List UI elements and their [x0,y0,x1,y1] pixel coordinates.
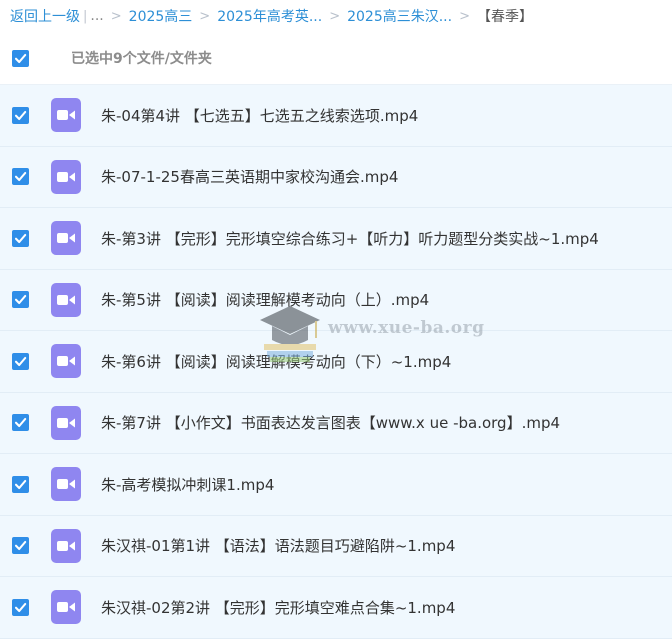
file-row[interactable]: 朱-第7讲 【小作文】书面表达发言图表【www.x ue -ba.org】.mp… [0,392,672,454]
file-checkbox[interactable] [12,229,29,247]
video-camera-icon [57,294,75,305]
video-camera-icon [57,417,75,428]
file-name[interactable]: 朱-高考模拟冲刺课1.mp4 [101,474,274,495]
video-camera-icon [57,356,75,367]
video-file-icon [51,98,81,133]
checkmark-icon [14,356,27,366]
breadcrumb-ellipsis[interactable]: ... [90,8,103,24]
breadcrumb-divider: | [83,8,88,24]
file-name[interactable]: 朱汉祺-02第2讲 【完形】完形填空难点合集~1.mp4 [101,597,455,618]
back-link[interactable]: 返回上一级 [10,6,80,26]
file-name[interactable]: 朱-第5讲 【阅读】阅读理解模考动向（上）.mp4 [101,289,429,310]
breadcrumb: 返回上一级 | ... > 2025高三 > 2025年高考英... > 202… [0,0,672,32]
file-row[interactable]: 朱-第3讲 【完形】完形填空综合练习+【听力】听力题型分类实战~1.mp4 [0,208,672,270]
video-file-icon [51,282,81,317]
selection-count-label: 已选中9个文件/文件夹 [71,51,212,67]
video-file-icon [51,221,81,256]
video-file-icon [51,159,81,194]
file-checkbox[interactable] [12,537,29,555]
breadcrumb-separator: > [199,8,211,24]
breadcrumb-item-zhu-han[interactable]: 2025高三朱汉... [347,6,452,26]
checkmark-icon [14,53,27,63]
video-camera-icon [57,171,75,182]
breadcrumb-current: 【春季】 [476,9,533,25]
checkmark-icon [14,541,27,551]
video-file-icon [51,590,81,625]
video-camera-icon [57,540,75,551]
file-name[interactable]: 朱-第3讲 【完形】完形填空综合练习+【听力】听力题型分类实战~1.mp4 [101,228,599,249]
file-row[interactable]: 朱汉祺-02第2讲 【完形】完形填空难点合集~1.mp4 [0,577,672,639]
breadcrumb-separator: > [329,8,341,24]
checkmark-icon [14,110,27,120]
video-camera-icon [57,110,75,121]
file-name[interactable]: 朱-第6讲 【阅读】阅读理解模考动向（下）~1.mp4 [101,351,451,372]
breadcrumb-separator: > [459,8,470,24]
breadcrumb-separator: > [110,8,122,24]
file-name[interactable]: 朱-04第4讲 【七选五】七选五之线索选项.mp4 [101,105,418,126]
breadcrumb-item-gaokao-english[interactable]: 2025年高考英... [217,6,322,26]
file-row[interactable]: 朱汉祺-01第1讲 【语法】语法题目巧避陷阱~1.mp4 [0,515,672,577]
checkmark-icon [14,479,27,489]
checkmark-icon [14,418,27,428]
video-camera-icon [57,233,75,244]
checkmark-icon [14,233,27,243]
file-checkbox[interactable] [12,106,29,124]
file-checkbox[interactable] [12,291,29,309]
video-file-icon [51,467,81,502]
file-row[interactable]: 朱-高考模拟冲刺课1.mp4 [0,454,672,516]
file-checkbox[interactable] [12,414,29,432]
file-name[interactable]: 朱汉祺-01第1讲 【语法】语法题目巧避陷阱~1.mp4 [101,535,455,556]
file-row[interactable]: 朱-04第4讲 【七选五】七选五之线索选项.mp4 [0,85,672,147]
breadcrumb-item-2025-gaosan[interactable]: 2025高三 [129,6,193,26]
file-list: 朱-04第4讲 【七选五】七选五之线索选项.mp4 朱-07-1-25春高三英语期… [0,85,672,639]
file-checkbox[interactable] [12,352,29,370]
checkmark-icon [14,295,27,305]
file-checkbox[interactable] [12,475,29,493]
checkmark-icon [14,172,27,182]
selection-bar: 已选中9个文件/文件夹 [0,32,672,85]
video-file-icon [51,344,81,379]
file-name[interactable]: 朱-第7讲 【小作文】书面表达发言图表【www.x ue -ba.org】.mp… [101,412,560,433]
file-checkbox[interactable] [12,168,29,186]
video-camera-icon [57,479,75,490]
file-row[interactable]: 朱-第6讲 【阅读】阅读理解模考动向（下）~1.mp4 [0,331,672,393]
select-all-checkbox[interactable] [12,49,29,67]
video-file-icon [51,528,81,563]
video-file-icon [51,405,81,440]
file-row[interactable]: 朱-第5讲 【阅读】阅读理解模考动向（上）.mp4 [0,269,672,331]
file-row[interactable]: 朱-07-1-25春高三英语期中家校沟通会.mp4 [0,146,672,208]
checkmark-icon [14,602,27,612]
video-camera-icon [57,602,75,613]
file-name[interactable]: 朱-07-1-25春高三英语期中家校沟通会.mp4 [101,166,398,187]
file-checkbox[interactable] [12,598,29,616]
